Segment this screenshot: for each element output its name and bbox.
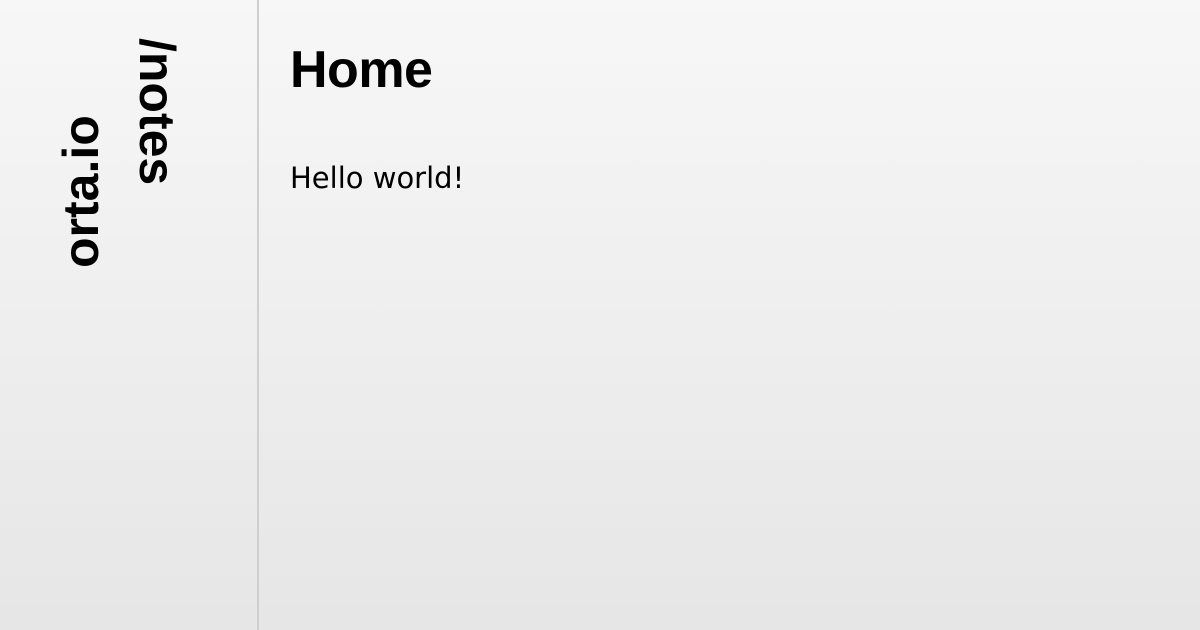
site-section-link[interactable]: /notes	[129, 38, 185, 185]
page-title: Home	[290, 41, 433, 99]
sidebar-divider	[257, 0, 259, 630]
sidebar: orta.io /notes	[0, 0, 257, 630]
page-body-text: Hello world!	[290, 161, 465, 195]
site-domain-link[interactable]: orta.io	[53, 115, 109, 268]
main-content: Home Hello world!	[290, 0, 1200, 630]
